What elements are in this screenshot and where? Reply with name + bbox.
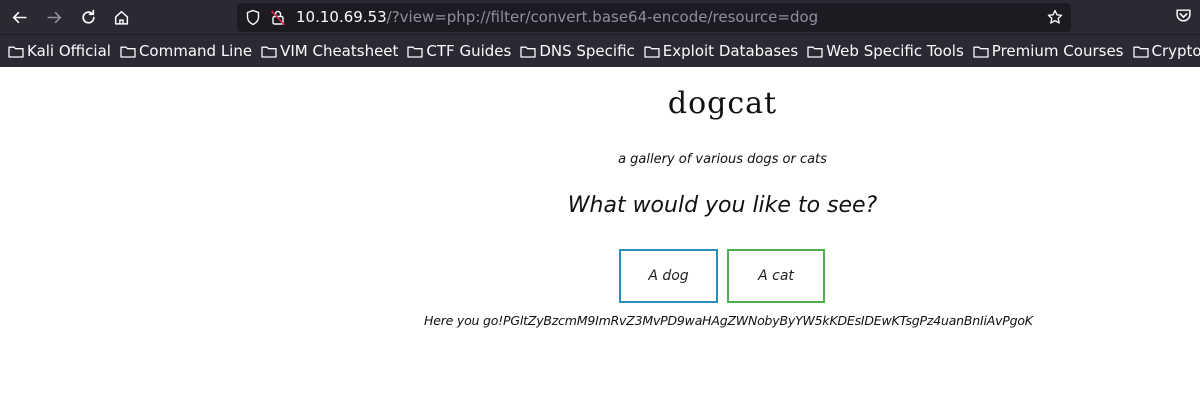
folder-icon	[807, 46, 823, 58]
browser-chrome: 10.10.69.53/?view=php://filter/convert.b…	[0, 0, 1200, 67]
bookmark-label: Exploit Databases	[662, 42, 799, 60]
bookmark-premium-courses[interactable]: Premium Courses	[973, 42, 1124, 60]
bookmark-label: Premium Courses	[991, 42, 1124, 60]
bookmark-kali-official[interactable]: Kali Official	[8, 42, 111, 60]
url-bar[interactable]: 10.10.69.53/?view=php://filter/convert.b…	[237, 3, 1071, 32]
forward-button[interactable]	[42, 5, 66, 29]
navigation-bar: 10.10.69.53/?view=php://filter/convert.b…	[0, 0, 1200, 34]
bookmark-dns-specific[interactable]: DNS Specific	[520, 42, 635, 60]
reload-icon	[81, 9, 95, 24]
back-button[interactable]	[7, 5, 31, 29]
bookmark-label: VIM Cheatsheet	[280, 42, 399, 60]
arrow-left-icon	[12, 11, 27, 23]
bookmark-label: Kali Official	[27, 42, 111, 60]
bookmark-label: Command Line	[138, 42, 253, 60]
bookmark-vim-cheatsheet[interactable]: VIM Cheatsheet	[261, 42, 398, 60]
folder-icon	[407, 46, 424, 58]
bookmark-label: CTF Guides	[426, 42, 512, 60]
shield-icon[interactable]	[245, 9, 261, 26]
star-icon[interactable]	[1047, 9, 1063, 25]
bookmark-label: Cryptography	[1151, 42, 1200, 60]
arrow-right-icon	[46, 11, 61, 23]
url-host: 10.10.69.53	[296, 8, 387, 26]
url-text[interactable]: 10.10.69.53/?view=php://filter/convert.b…	[296, 8, 818, 27]
insecure-lock-icon[interactable]	[270, 9, 286, 26]
folder-icon	[520, 46, 536, 58]
bookmark-ctf-guides[interactable]: CTF Guides	[407, 42, 511, 60]
folder-icon	[1132, 46, 1149, 58]
pocket-icon[interactable]	[1175, 7, 1192, 24]
home-button[interactable]	[109, 5, 133, 29]
result-text: Here you go!PGltZyBzcmM9ImRvZ3MvPD9waHAg…	[424, 313, 1033, 328]
folder-icon	[120, 46, 136, 58]
page-title: dogcat	[667, 86, 778, 121]
home-icon	[114, 10, 128, 25]
dog-button[interactable]: A dog	[619, 249, 718, 303]
folder-icon	[8, 46, 24, 58]
bookmarks-toolbar: Kali Official Command Line VIM Cheatshee…	[0, 34, 1200, 67]
bookmark-web-specific-tools[interactable]: Web Specific Tools	[807, 42, 964, 60]
bookmark-command-line[interactable]: Command Line	[120, 42, 252, 60]
bookmark-label: DNS Specific	[539, 42, 635, 60]
bookmark-cryptography[interactable]: Cryptography	[1132, 42, 1200, 60]
bookmark-exploit-databases[interactable]: Exploit Databases	[644, 42, 798, 60]
cat-button[interactable]: A cat	[727, 249, 825, 303]
question-heading: What would you like to see?	[567, 193, 878, 218]
reload-button[interactable]	[76, 5, 100, 29]
url-path: /?view=php://filter/convert.base64-encod…	[386, 8, 819, 26]
folder-icon	[644, 46, 660, 58]
folder-icon	[973, 46, 989, 58]
bookmark-label: Web Specific Tools	[826, 42, 964, 60]
page-subtitle: a gallery of various dogs or cats	[618, 152, 827, 167]
folder-icon	[261, 46, 277, 58]
